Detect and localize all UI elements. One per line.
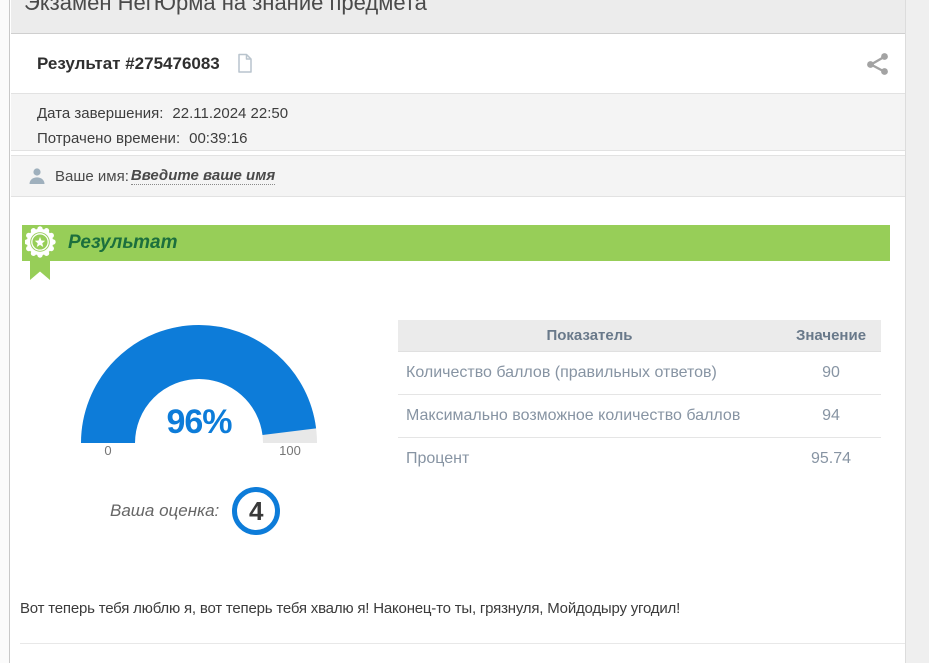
metric-column-header: Показатель xyxy=(398,327,781,344)
share-button[interactable] xyxy=(864,50,892,78)
page-right-margin xyxy=(905,0,929,663)
value-column-header: Значение xyxy=(781,327,881,344)
person-icon xyxy=(28,167,46,186)
grade-row: Ваша оценка: 4 xyxy=(110,486,280,536)
medal-ribbon-icon xyxy=(25,226,61,289)
user-name-label: Ваше имя: xyxy=(55,168,129,185)
metric-label: Максимально возможное количество баллов xyxy=(398,407,781,425)
table-row: Максимально возможное количество баллов … xyxy=(398,395,881,438)
metric-label: Процент xyxy=(398,450,781,468)
metric-label: Количество баллов (правильных ответов) xyxy=(398,364,781,382)
gauge-min-label: 0 xyxy=(94,443,122,458)
enter-name-link[interactable]: Введите ваше имя xyxy=(131,167,275,185)
result-page: Экзамен НегЮрма на знание предмета Резул… xyxy=(0,0,929,663)
finish-date-row: Дата завершения: 22.11.2024 22:50 xyxy=(37,101,905,126)
result-section-banner: Результат xyxy=(22,225,890,261)
finish-date-value: 22.11.2024 22:50 xyxy=(172,105,288,122)
grade-label: Ваша оценка: xyxy=(110,501,219,521)
result-header-bar: Результат #275476083 xyxy=(11,34,905,93)
gauge-max-label: 100 xyxy=(276,443,304,458)
result-id-title: Результат #275476083 xyxy=(37,54,220,74)
content-panel: Экзамен НегЮрма на знание предмета Резул… xyxy=(11,0,905,663)
finish-date-label: Дата завершения: xyxy=(37,105,163,122)
metric-value: 94 xyxy=(781,407,881,425)
copy-result-id-button[interactable] xyxy=(236,53,253,74)
completion-meta-section: Дата завершения: 22.11.2024 22:50 Потраче… xyxy=(11,93,905,151)
metric-value: 90 xyxy=(781,364,881,382)
time-spent-label: Потрачено времени: xyxy=(37,130,180,147)
page-left-margin xyxy=(0,0,10,663)
user-name-section: Ваше имя: Введите ваше имя xyxy=(11,155,905,197)
grade-badge: 4 xyxy=(232,487,280,535)
share-icon xyxy=(864,50,892,78)
score-table-header: Показатель Значение xyxy=(398,320,881,352)
feedback-text: Вот теперь тебя люблю я, вот теперь тебя… xyxy=(20,600,680,617)
copy-document-icon xyxy=(236,53,253,74)
test-title: Экзамен НегЮрма на знание предмета xyxy=(24,0,905,16)
metric-value: 95.74 xyxy=(781,450,881,468)
table-row: Процент 95.74 xyxy=(398,438,881,480)
table-row: Количество баллов (правильных ответов) 9… xyxy=(398,352,881,395)
result-section-title: Результат xyxy=(22,225,890,261)
score-table: Показатель Значение Количество баллов (п… xyxy=(398,320,881,480)
test-title-bar: Экзамен НегЮрма на знание предмета xyxy=(11,0,905,34)
time-spent-value: 00:39:16 xyxy=(189,130,247,147)
bottom-divider xyxy=(20,643,905,644)
gauge-percent-label: 96% xyxy=(81,403,317,442)
percent-gauge: 96% 0 100 xyxy=(81,323,317,473)
time-spent-row: Потрачено времени: 00:39:16 xyxy=(37,126,905,151)
